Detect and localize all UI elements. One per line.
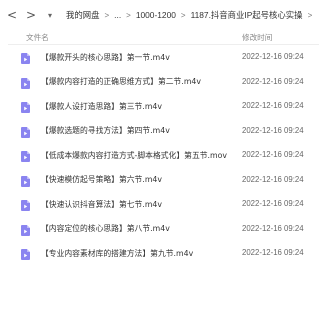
- breadcrumb-separator: >: [126, 10, 131, 20]
- video-file-icon: [21, 223, 30, 236]
- file-row[interactable]: 【快速模仿起号策略】第六节.m4v 2022-12-16 09:24: [0, 168, 319, 193]
- file-list: 【爆款开头的核心思路】第一节.m4v 2022-12-16 09:24 【爆款内容打…: [0, 45, 319, 266]
- file-name[interactable]: 【低成本爆款内容打造方式-脚本格式化】第五节.mov: [41, 150, 227, 161]
- breadcrumb-item-range[interactable]: 1000-1200: [136, 10, 176, 20]
- column-header-name[interactable]: 文件名: [26, 32, 49, 43]
- file-modified-date: 2022-12-16 09:24: [242, 223, 304, 233]
- file-name[interactable]: 【内容定位的核心思路】第八节.m4v: [41, 223, 170, 234]
- video-file-icon: [21, 174, 30, 187]
- file-modified-date: 2022-12-16 09:24: [242, 101, 304, 110]
- file-modified-date: 2022-12-16 09:24: [242, 76, 304, 86]
- file-name[interactable]: 【专业内容素材库的搭建方法】第九节.m4v: [41, 248, 193, 259]
- file-name[interactable]: 【快速认识抖音算法】第七节.m4v: [41, 199, 162, 210]
- file-modified-date: 2022-12-16 09:24: [242, 150, 304, 159]
- file-row[interactable]: 【爆款开头的核心思路】第一节.m4v 2022-12-16 09:24: [0, 45, 319, 70]
- toolbar: < > ▾ 我的网盘 > ... > 1000-1200 > 1187.抖音商业…: [0, 0, 319, 30]
- breadcrumb-separator: >: [104, 10, 110, 20]
- file-row[interactable]: 【内容定位的核心思路】第八节.m4v 2022-12-16 09:24: [0, 217, 319, 242]
- file-name[interactable]: 【爆款人设打造思路】第三节.m4v: [41, 101, 162, 112]
- breadcrumb-separator: >: [307, 10, 313, 20]
- breadcrumb-item-root[interactable]: 我的网盘: [66, 9, 100, 21]
- breadcrumb-item-ellipsis[interactable]: ...: [114, 10, 121, 20]
- file-row[interactable]: 【快速认识抖音算法】第七节.m4v 2022-12-16 09:24: [0, 192, 319, 217]
- video-file-icon: [21, 51, 30, 64]
- file-modified-date: 2022-12-16 09:24: [242, 174, 304, 184]
- file-row[interactable]: 【低成本爆款内容打造方式-脚本格式化】第五节.mov 2022-12-16 09:…: [0, 143, 319, 168]
- file-modified-date: 2022-12-16 09:24: [242, 199, 304, 208]
- file-row[interactable]: 【爆款选题的寻找方法】第四节.m4v 2022-12-16 09:24: [0, 119, 319, 144]
- file-row[interactable]: 【专业内容素材库的搭建方法】第九节.m4v 2022-12-16 09:24: [0, 241, 319, 266]
- file-row[interactable]: 【爆款内容打造的正确思维方式】第二节.m4v 2022-12-16 09:24: [0, 70, 319, 95]
- file-name[interactable]: 【爆款选题的寻找方法】第四节.m4v: [41, 125, 170, 136]
- forward-icon[interactable]: >: [23, 5, 39, 25]
- file-modified-date: 2022-12-16 09:24: [242, 125, 304, 135]
- breadcrumb: 我的网盘 > ... > 1000-1200 > 1187.抖音商业IP起号核心…: [66, 9, 317, 21]
- file-modified-date: 2022-12-16 09:24: [242, 52, 304, 61]
- video-file-icon: [21, 100, 30, 113]
- back-icon[interactable]: <: [4, 5, 20, 25]
- video-file-icon: [21, 198, 30, 211]
- column-header-date[interactable]: 修改时间: [242, 32, 272, 43]
- video-file-icon: [21, 247, 30, 260]
- chevron-down-icon[interactable]: ▾: [42, 5, 58, 25]
- breadcrumb-item-current[interactable]: 1187.抖音商业IP起号核心实操: [191, 9, 303, 21]
- video-file-icon: [21, 76, 30, 89]
- file-name[interactable]: 【爆款开头的核心思路】第一节.m4v: [41, 52, 170, 63]
- column-header: 文件名 修改时间: [0, 30, 319, 44]
- video-file-icon: [21, 125, 30, 138]
- file-modified-date: 2022-12-16 09:24: [242, 248, 304, 257]
- breadcrumb-separator: >: [180, 10, 186, 20]
- file-name[interactable]: 【爆款内容打造的正确思维方式】第二节.m4v: [41, 76, 201, 87]
- file-name[interactable]: 【快速模仿起号策略】第六节.m4v: [41, 174, 162, 185]
- video-file-icon: [21, 149, 30, 162]
- file-row[interactable]: 【爆款人设打造思路】第三节.m4v 2022-12-16 09:24: [0, 94, 319, 119]
